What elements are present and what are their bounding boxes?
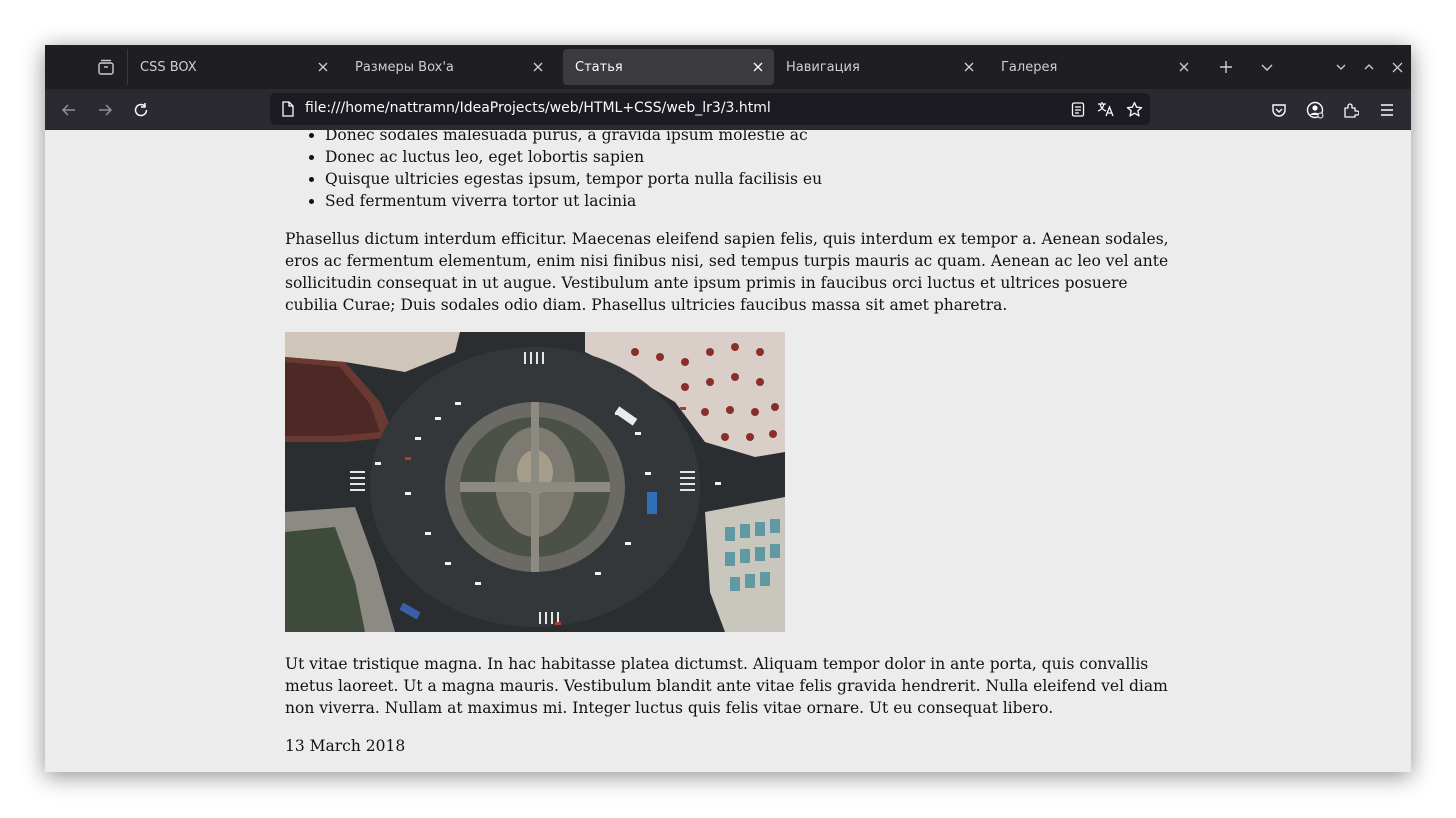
article-paragraph-1: Phasellus dictum interdum efficitur. Mae… (285, 230, 1169, 314)
aerial-roundabout-photo (285, 332, 785, 632)
tab-title: CSS BOX (140, 59, 197, 75)
tab-strip: CSS BOX Размеры Box'a Статья Навигация Г… (45, 45, 1411, 89)
menu-hamburger-icon[interactable] (1374, 97, 1400, 123)
maximize-chevron-icon[interactable] (1357, 55, 1381, 79)
tab-css-box[interactable]: CSS BOX (128, 49, 339, 85)
close-icon[interactable] (748, 57, 768, 77)
tab-article[interactable]: Статья (563, 49, 774, 85)
tab-title: Галерея (1001, 59, 1058, 75)
tab-box-sizes[interactable]: Размеры Box'a (343, 49, 554, 85)
tab-gallery[interactable]: Галерея (989, 49, 1200, 85)
back-arrow-icon[interactable] (56, 97, 82, 123)
page-document-icon[interactable] (277, 98, 299, 120)
list-item: Quisque ultricies egestas ipsum, tempor … (325, 168, 822, 190)
minimize-chevron-icon[interactable] (1329, 55, 1353, 79)
pocket-icon[interactable] (1266, 97, 1292, 123)
close-icon[interactable] (528, 57, 548, 77)
reader-view-icon[interactable] (1067, 98, 1089, 120)
extensions-icon[interactable] (1338, 97, 1364, 123)
reload-icon[interactable] (128, 97, 154, 123)
list-all-tabs-chevron-icon[interactable] (1255, 55, 1279, 79)
translate-icon[interactable] (1095, 98, 1117, 120)
bullet-list: Donec sodales malesuada purus, a gravida… (285, 130, 822, 212)
article-date: 13 March 2018 (285, 737, 406, 755)
navigation-toolbar: file:///home/nattramn/IdeaProjects/web/H… (45, 89, 1411, 130)
close-icon[interactable] (313, 57, 333, 77)
bookmark-star-icon[interactable] (1123, 98, 1145, 120)
forward-arrow-icon[interactable] (92, 97, 118, 123)
url-text[interactable]: file:///home/nattramn/IdeaProjects/web/H… (305, 100, 771, 116)
tab-navigation[interactable]: Навигация (774, 49, 985, 85)
new-tab-plus-icon[interactable] (1214, 55, 1238, 79)
tab-title: Статья (575, 59, 623, 75)
close-icon[interactable] (1174, 57, 1194, 77)
firefox-view-icon[interactable] (93, 54, 119, 80)
article-paragraph-2: Ut vitae tristique magna. In hac habitas… (285, 655, 1168, 717)
browser-window: CSS BOX Размеры Box'a Статья Навигация Г… (45, 45, 1411, 772)
list-item: Donec ac luctus leo, eget lobortis sapie… (325, 146, 822, 168)
list-item: Donec sodales malesuada purus, a gravida… (325, 130, 822, 146)
url-bar[interactable]: file:///home/nattramn/IdeaProjects/web/H… (270, 93, 1150, 125)
list-item: Sed fermentum viverra tortor ut lacinia (325, 190, 822, 212)
tab-title: Размеры Box'a (355, 59, 454, 75)
tab-title: Навигация (786, 59, 860, 75)
page-content: Donec sodales malesuada purus, a gravida… (45, 130, 1411, 772)
window-close-icon[interactable] (1385, 55, 1409, 79)
close-icon[interactable] (959, 57, 979, 77)
account-icon[interactable] (1302, 97, 1328, 123)
